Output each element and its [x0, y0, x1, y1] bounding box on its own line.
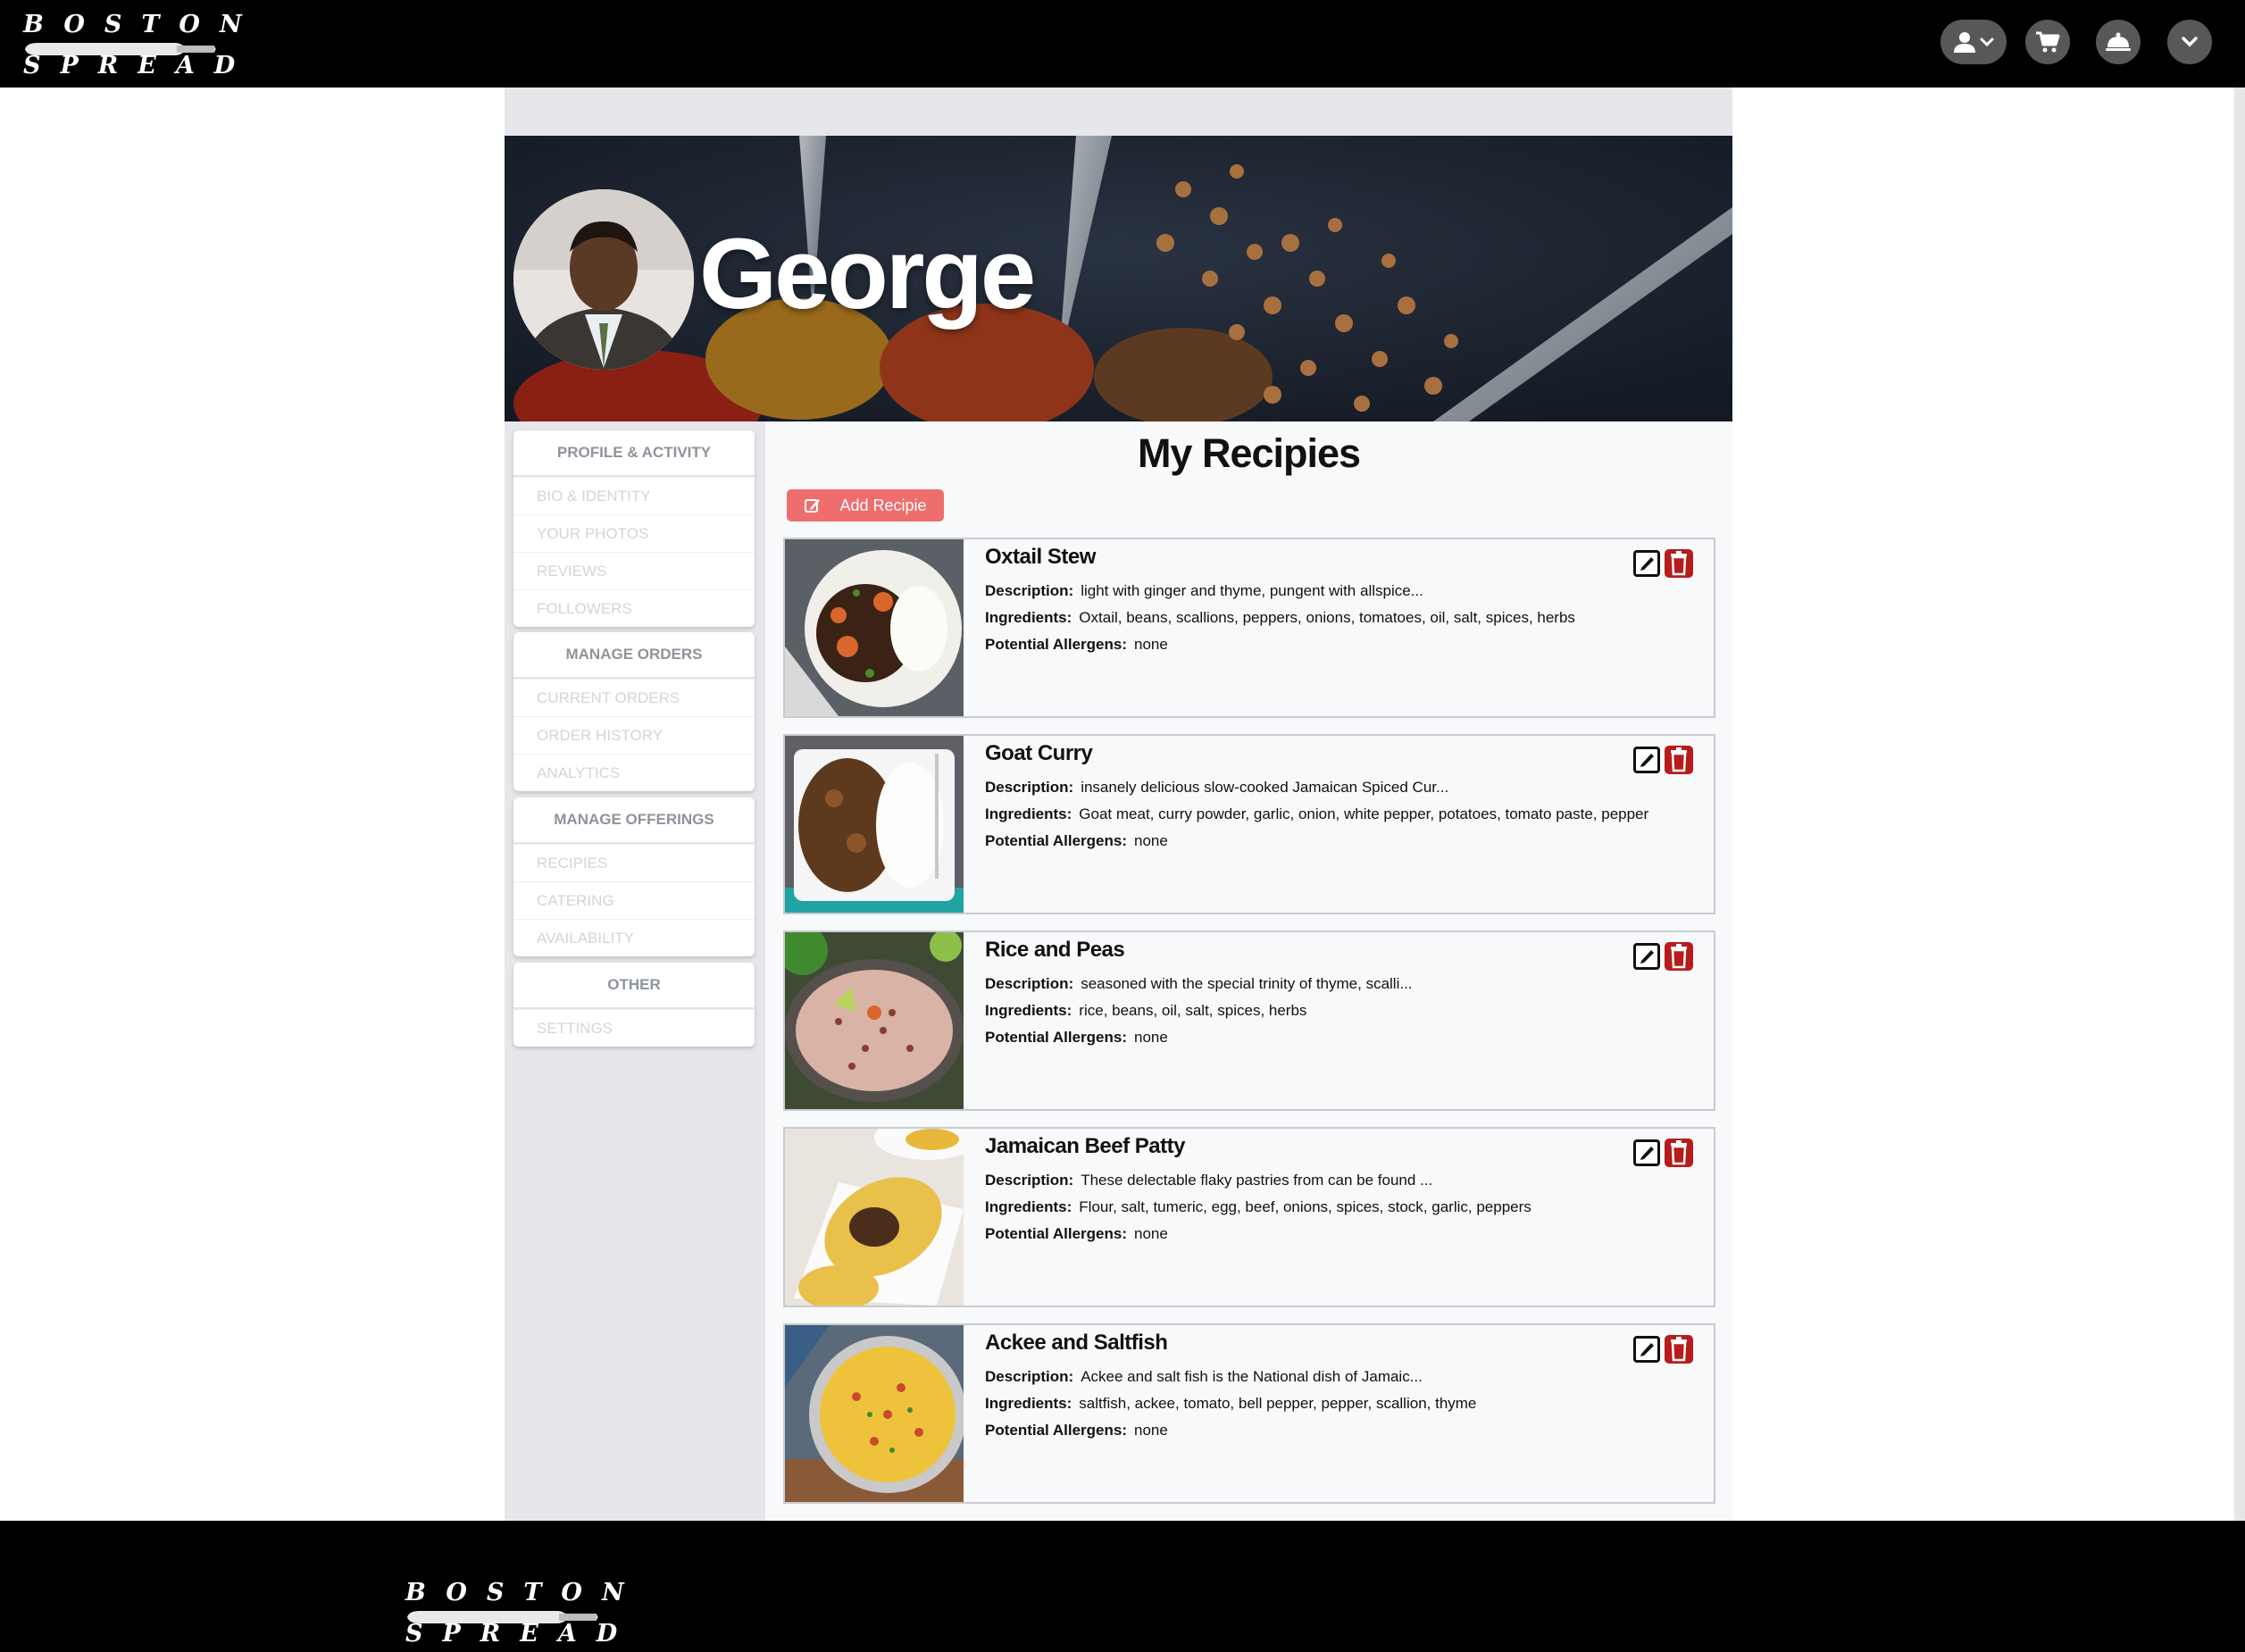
sidebar-section-manage-offerings: MANAGE OFFERINGS RECIPIES CATERING AVAIL…: [513, 797, 755, 956]
trash-icon: [1671, 944, 1687, 969]
delete-recipe-button[interactable]: [1665, 549, 1693, 578]
recipe-photo: [785, 736, 964, 913]
delete-recipe-button[interactable]: [1665, 1139, 1693, 1167]
sidebar-item-current-orders[interactable]: CURRENT ORDERS: [513, 679, 755, 716]
edit-icon: [1640, 1343, 1654, 1356]
recipe-allergens: Potential Allergens: none: [985, 1225, 1168, 1242]
edit-icon: [1640, 754, 1654, 767]
edit-recipe-button[interactable]: [1633, 1139, 1660, 1166]
sidebar-section-title: MANAGE OFFERINGS: [513, 797, 755, 844]
recipe-allergens: Potential Allergens: none: [985, 1029, 1168, 1046]
edit-recipe-button[interactable]: [1633, 550, 1660, 577]
edit-recipe-button[interactable]: [1633, 747, 1660, 773]
profile-banner: George: [505, 136, 1732, 421]
sidebar-section-title: OTHER: [513, 963, 755, 1009]
sidebar-section-other: OTHER SETTINGS: [513, 963, 755, 1047]
sidebar-section-profile-activity: PROFILE & ACTIVITY BIO & IDENTITY YOUR P…: [513, 430, 755, 627]
profile-sidebar: PROFILE & ACTIVITY BIO & IDENTITY YOUR P…: [505, 421, 765, 1521]
sidebar-section-title: PROFILE & ACTIVITY: [513, 430, 755, 477]
recipe-ingredients: Ingredients: saltfish, ackee, tomato, bel…: [985, 1395, 1477, 1412]
sidebar-item-order-history[interactable]: ORDER HISTORY: [513, 716, 755, 754]
recipe-name: Rice and Peas: [985, 938, 1125, 962]
page-footer: BOSTON SPREAD: [0, 1521, 2245, 1652]
profile-avatar[interactable]: [513, 189, 694, 370]
edit-icon: [1640, 557, 1654, 571]
top-navbar: BOSTON SPREAD: [0, 0, 2245, 88]
recipe-photo: [785, 932, 964, 1109]
sidebar-item-followers[interactable]: FOLLOWERS: [513, 589, 755, 627]
recipe-card: Oxtail Stew Description: light with ginge…: [783, 538, 1715, 718]
brand-logo-line1: BOSTON: [23, 11, 262, 38]
edit-icon: [1640, 1147, 1654, 1160]
recipe-card: Ackee and Saltfish Description: Ackee and…: [783, 1323, 1715, 1504]
sidebar-item-availability[interactable]: AVAILABILITY: [513, 919, 755, 956]
trash-icon: [1671, 1140, 1687, 1165]
sidebar-section-manage-orders: MANAGE ORDERS CURRENT ORDERS ORDER HISTO…: [513, 632, 755, 791]
add-recipe-button[interactable]: Add Recipie: [787, 489, 944, 521]
recipe-description: Description: These delectable flaky pastr…: [985, 1172, 1433, 1189]
sidebar-item-bio-identity[interactable]: BIO & IDENTITY: [513, 477, 755, 514]
delete-recipe-button[interactable]: [1665, 746, 1693, 774]
recipe-name: Oxtail Stew: [985, 545, 1096, 569]
profile-name: George: [699, 218, 1036, 330]
brand-logo-line2: SPREAD: [405, 1620, 638, 1648]
recipe-description: Description: seasoned with the special tr…: [985, 975, 1413, 992]
recipe-card: Jamaican Beef Patty Description: These de…: [783, 1127, 1715, 1307]
recipe-allergens: Potential Allergens: none: [985, 1422, 1168, 1439]
page-title: My Recipies: [1137, 430, 1361, 476]
sidebar-item-catering[interactable]: CATERING: [513, 881, 755, 919]
main-menu-button[interactable]: [2167, 20, 2212, 64]
sidebar-item-settings[interactable]: SETTINGS: [513, 1009, 755, 1047]
recipe-allergens: Potential Allergens: none: [985, 636, 1168, 653]
sidebar-item-your-photos[interactable]: YOUR PHOTOS: [513, 514, 755, 552]
recipe-name: Jamaican Beef Patty: [985, 1134, 1185, 1158]
edit-recipe-button[interactable]: [1633, 1336, 1660, 1363]
avatar-photo: [513, 189, 694, 370]
sidebar-item-recipies[interactable]: RECIPIES: [513, 844, 755, 881]
sidebar-item-reviews[interactable]: REVIEWS: [513, 552, 755, 589]
recipe-card: Goat Curry Description: insanely deliciou…: [783, 734, 1715, 914]
recipe-description: Description: insanely delicious slow-cook…: [985, 779, 1449, 796]
recipe-name: Ackee and Saltfish: [985, 1331, 1168, 1355]
recipe-card: Rice and Peas Description: seasoned with …: [783, 930, 1715, 1111]
recipe-ingredients: Ingredients: rice, beans, oil, salt, spic…: [985, 1002, 1307, 1019]
recipe-photo: [785, 1325, 964, 1502]
recipe-description: Description: Ackee and salt fish is the N…: [985, 1368, 1423, 1385]
page-scrollbar[interactable]: [2234, 88, 2245, 1521]
edit-icon: [1640, 950, 1654, 964]
recipe-allergens: Potential Allergens: none: [985, 832, 1168, 849]
cart-icon: [2036, 31, 2060, 53]
recipe-ingredients: Ingredients: Flour, salt, tumeric, egg, b…: [985, 1198, 1531, 1215]
edit-recipe-button[interactable]: [1633, 943, 1660, 970]
chevron-down-icon: [2182, 37, 2198, 47]
trash-icon: [1671, 551, 1687, 576]
recipe-ingredients: Ingredients: Oxtail, beans, scallions, pe…: [985, 609, 1575, 626]
service-button[interactable]: [2096, 20, 2141, 64]
delete-recipe-button[interactable]: [1665, 1335, 1693, 1364]
edit-icon: [805, 499, 821, 513]
recipe-photo: [785, 1129, 964, 1306]
cart-button[interactable]: [2025, 20, 2070, 64]
trash-icon: [1671, 1337, 1687, 1362]
profile-page: George PROFILE & ACTIVITY BIO & IDENTITY…: [505, 88, 1732, 1521]
recipes-panel: My Recipies Add Recipie Oxtail Stew Desc…: [765, 421, 1732, 1521]
sidebar-item-analytics[interactable]: ANALYTICS: [513, 754, 755, 791]
service-bell-icon: [2106, 32, 2131, 51]
user-icon: [1954, 32, 1975, 53]
add-recipe-label: Add Recipie: [839, 496, 927, 514]
recipe-name: Goat Curry: [985, 741, 1093, 765]
recipe-ingredients: Ingredients: Goat meat, curry powder, gar…: [985, 805, 1649, 822]
footer-brand-logo[interactable]: BOSTON SPREAD: [405, 1579, 644, 1650]
recipe-photo: [785, 539, 964, 716]
account-menu-button[interactable]: [1940, 20, 2007, 64]
sidebar-section-title: MANAGE ORDERS: [513, 632, 755, 679]
trash-icon: [1671, 747, 1687, 772]
delete-recipe-button[interactable]: [1665, 942, 1693, 971]
brand-logo-line2: SPREAD: [23, 52, 255, 79]
brand-logo[interactable]: BOSTON SPREAD: [23, 11, 262, 82]
chevron-down-icon: [1980, 38, 1994, 47]
brand-logo-line1: BOSTON: [405, 1579, 644, 1606]
recipe-description: Description: light with ginger and thyme,…: [985, 582, 1423, 599]
